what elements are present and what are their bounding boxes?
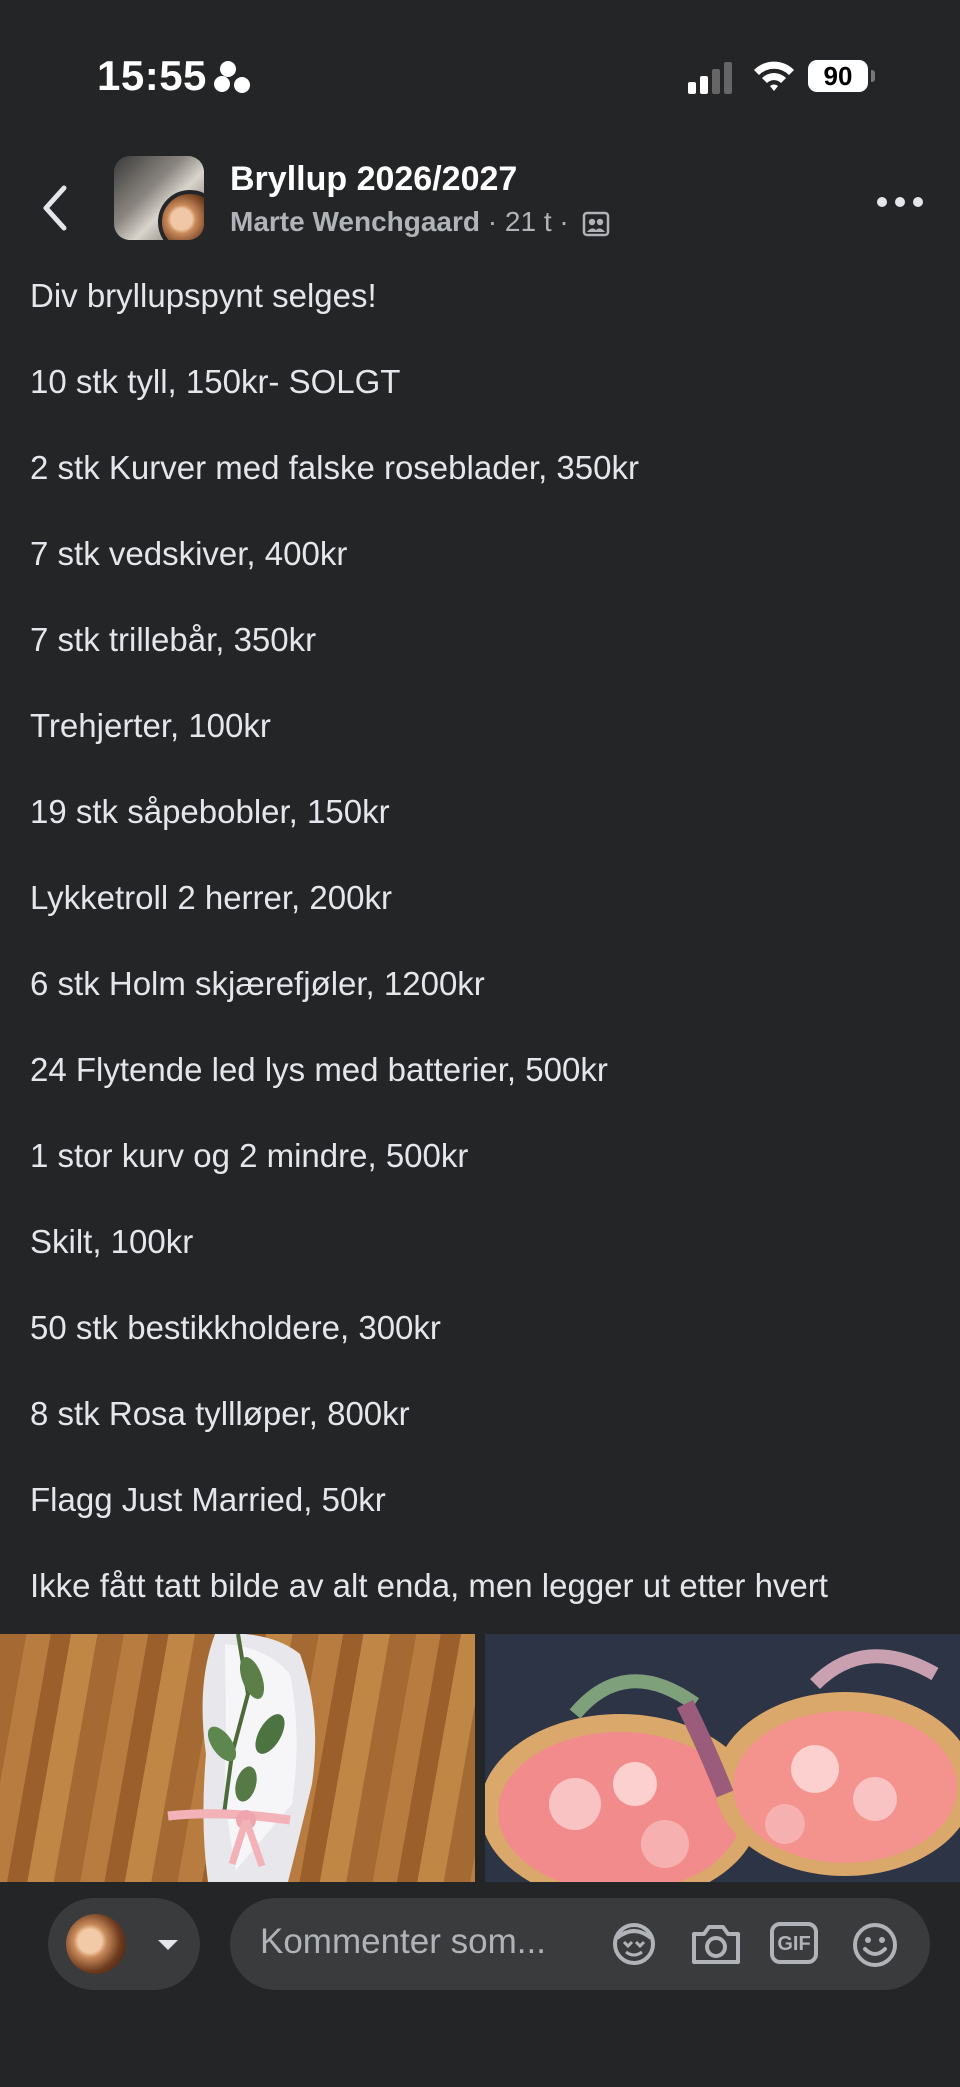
author-name[interactable]: Marte Wenchgaard (230, 206, 480, 237)
comment-as-selector[interactable] (48, 1898, 200, 1990)
post-line: 6 stk Holm skjærefjøler, 1200kr (30, 965, 485, 1002)
more-options-icon[interactable] (876, 194, 924, 210)
post-body: Div bryllupspynt selges! 10 stk tyll, 15… (30, 276, 940, 1606)
status-bar: 15:55 90 (0, 0, 960, 150)
battery-tip (871, 70, 875, 82)
chevron-down-icon (158, 1940, 178, 1950)
post-line: Skilt, 100kr (30, 1223, 194, 1260)
photo-grid (0, 1634, 960, 1882)
comment-composer: Kommenter som... GIF (0, 1882, 960, 2087)
group-name[interactable]: Bryllup 2026/2027 (230, 160, 517, 199)
group-avatar[interactable] (114, 156, 204, 240)
photo-tulle-bundle[interactable] (0, 1634, 475, 1882)
wifi-icon (754, 61, 794, 91)
post-line: 1 stor kurv og 2 mindre, 500kr (30, 1137, 469, 1174)
camera-icon[interactable] (688, 1920, 744, 1968)
post-line: 19 stk såpebobler, 150kr (30, 793, 390, 830)
meta-separator: · (559, 206, 569, 237)
post-meta: Marte Wenchgaard · 21 t · (230, 206, 610, 238)
post-line: 10 stk tyll, 150kr- SOLGT (30, 363, 401, 400)
focus-mode-icon (214, 61, 250, 93)
avatar-sticker-icon[interactable] (608, 1920, 660, 1968)
back-arrow-icon[interactable] (36, 180, 76, 236)
gif-button[interactable]: GIF (770, 1922, 818, 1964)
battery-indicator: 90 (808, 60, 868, 92)
group-audience-icon (583, 211, 610, 236)
comment-input[interactable]: Kommenter som... GIF (230, 1898, 930, 1990)
post-line: 50 stk bestikkholdere, 300kr (30, 1309, 441, 1346)
comment-placeholder: Kommenter som... (260, 1922, 546, 1961)
post-line: 24 Flytende led lys med batterier, 500kr (30, 1051, 608, 1088)
photo-rose-petal-baskets[interactable] (485, 1634, 960, 1882)
post-header: Bryllup 2026/2027 Marte Wenchgaard · 21 … (0, 150, 960, 260)
post-line: 8 stk Rosa tyllløper, 800kr (30, 1395, 410, 1432)
post-line: 7 stk trillebår, 350kr (30, 621, 317, 658)
cellular-signal-icon (688, 62, 732, 94)
emoji-icon[interactable] (850, 1920, 900, 1970)
post-line: Ikke fått tatt bilde av alt enda, men le… (30, 1567, 828, 1604)
post-line: Div bryllupspynt selges! (30, 277, 377, 314)
post-timestamp[interactable]: 21 t (505, 206, 552, 237)
post-line: Flagg Just Married, 50kr (30, 1481, 386, 1518)
post-line: 2 stk Kurver med falske roseblader, 350k… (30, 449, 639, 486)
commenter-avatar (66, 1914, 126, 1974)
post-line: 7 stk vedskiver, 400kr (30, 535, 348, 572)
post-line: Trehjerter, 100kr (30, 707, 271, 744)
meta-separator: · (487, 206, 498, 237)
author-avatar[interactable] (158, 190, 204, 240)
clock: 15:55 (97, 52, 207, 99)
post-line: Lykketroll 2 herrer, 200kr (30, 879, 392, 916)
